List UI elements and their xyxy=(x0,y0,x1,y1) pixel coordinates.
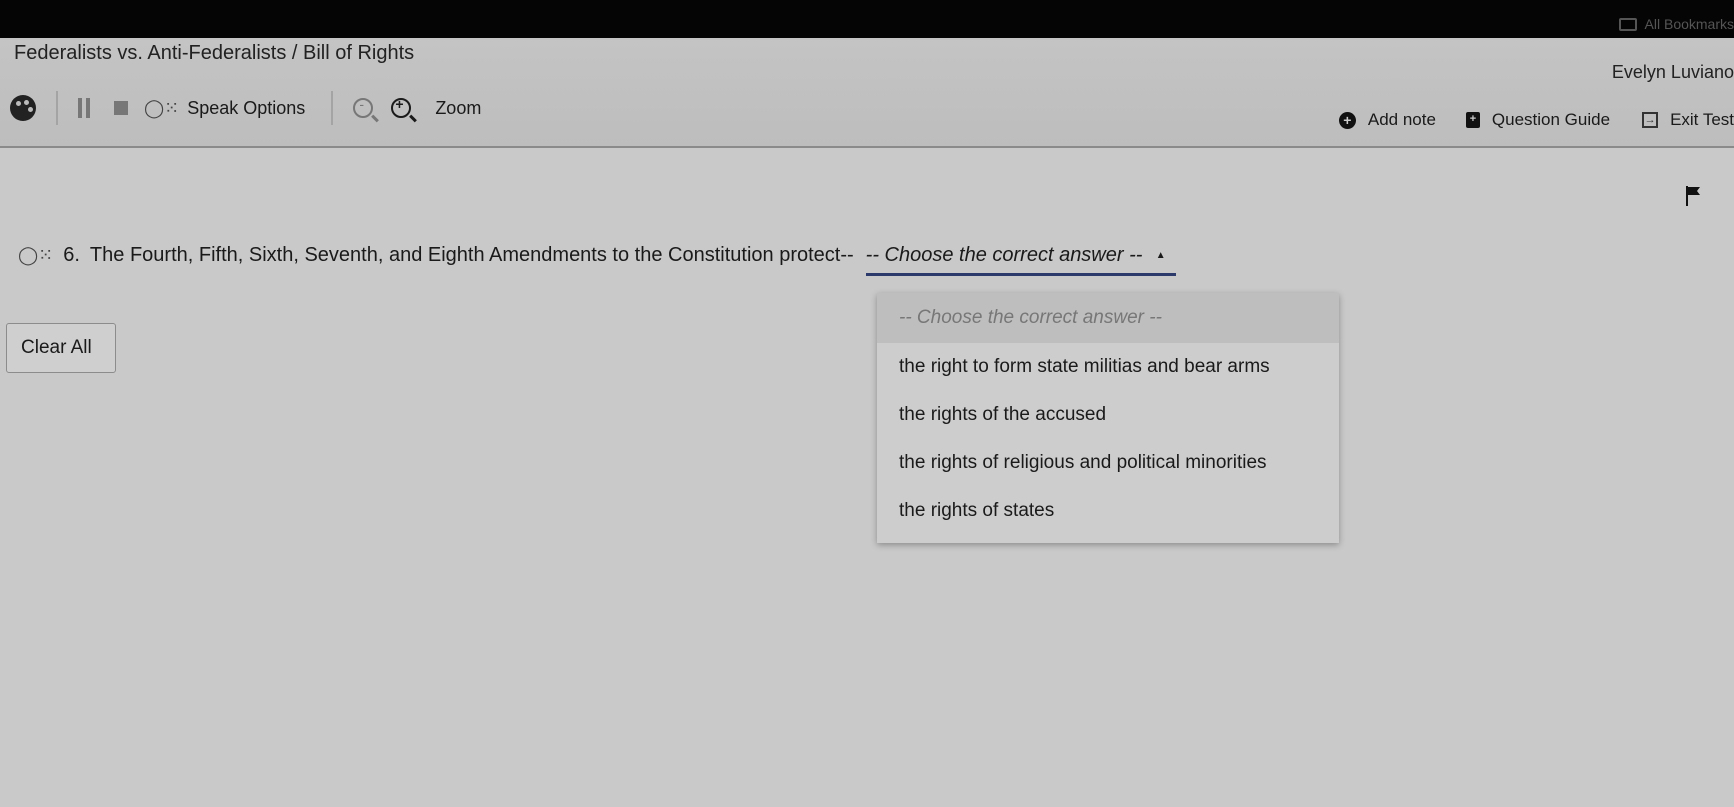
zoom-label: Zoom xyxy=(435,97,482,118)
answer-select-value: -- Choose the correct answer -- xyxy=(865,244,1143,266)
answer-select[interactable]: -- Choose the correct answer -- ▲ xyxy=(865,244,1176,276)
question-guide-button[interactable]: Question Guide xyxy=(1492,110,1610,130)
exit-icon[interactable]: → xyxy=(1642,112,1659,128)
toolbar-divider xyxy=(331,91,334,125)
add-note-button[interactable]: Add note xyxy=(1368,110,1436,130)
caret-up-icon: ▲ xyxy=(1155,250,1166,261)
dropdown-option[interactable]: the rights of states xyxy=(877,487,1339,535)
speak-icon[interactable]: ◯⁙ xyxy=(144,98,179,119)
toolbar-left: ◯⁙ Speak Options Zoom xyxy=(10,88,481,128)
page-title: Federalists vs. Anti-Federalists / Bill … xyxy=(14,42,415,64)
bookmarks-label: All Bookmarks xyxy=(1644,16,1734,32)
question-guide-icon[interactable]: + xyxy=(1465,112,1480,128)
dropdown-option[interactable]: the rights of religious and political mi… xyxy=(877,439,1339,487)
toolbar-divider xyxy=(56,91,58,125)
dropdown-option[interactable]: -- Choose the correct answer -- xyxy=(877,293,1339,343)
question-text: The Fourth, Fifth, Sixth, Seventh, and E… xyxy=(89,244,854,266)
question-number: 6. xyxy=(63,244,80,266)
flag-icon[interactable] xyxy=(1686,186,1702,206)
add-circle-icon[interactable]: + xyxy=(1338,111,1356,129)
zoom-out-icon[interactable] xyxy=(353,96,374,118)
test-header: Federalists vs. Anti-Federalists / Bill … xyxy=(0,38,1734,148)
speak-options-button[interactable]: Speak Options xyxy=(187,98,305,119)
all-bookmarks[interactable]: All Bookmarks xyxy=(1618,16,1734,32)
speak-icon[interactable]: ◯⁙ xyxy=(18,245,53,266)
stop-icon[interactable] xyxy=(114,101,128,115)
folder-icon xyxy=(1618,17,1637,31)
toolbar-right: + Add note + Question Guide → Exit Test xyxy=(1338,110,1734,130)
dropdown-option[interactable]: the rights of the accused xyxy=(877,391,1339,439)
zoom-in-icon[interactable] xyxy=(391,96,412,118)
exit-test-button[interactable]: Exit Test xyxy=(1670,110,1734,130)
clear-all-button[interactable]: Clear All xyxy=(6,323,116,373)
dropdown-option[interactable]: the right to form state militias and bea… xyxy=(877,343,1339,391)
palette-icon[interactable] xyxy=(10,95,36,121)
user-name: Evelyn Luviano xyxy=(1611,62,1734,82)
question-row: ◯⁙ 6. The Fourth, Fifth, Sixth, Seventh,… xyxy=(18,244,1176,276)
pause-icon[interactable] xyxy=(78,98,90,118)
answer-dropdown-menu: -- Choose the correct answer -- the righ… xyxy=(877,293,1339,543)
